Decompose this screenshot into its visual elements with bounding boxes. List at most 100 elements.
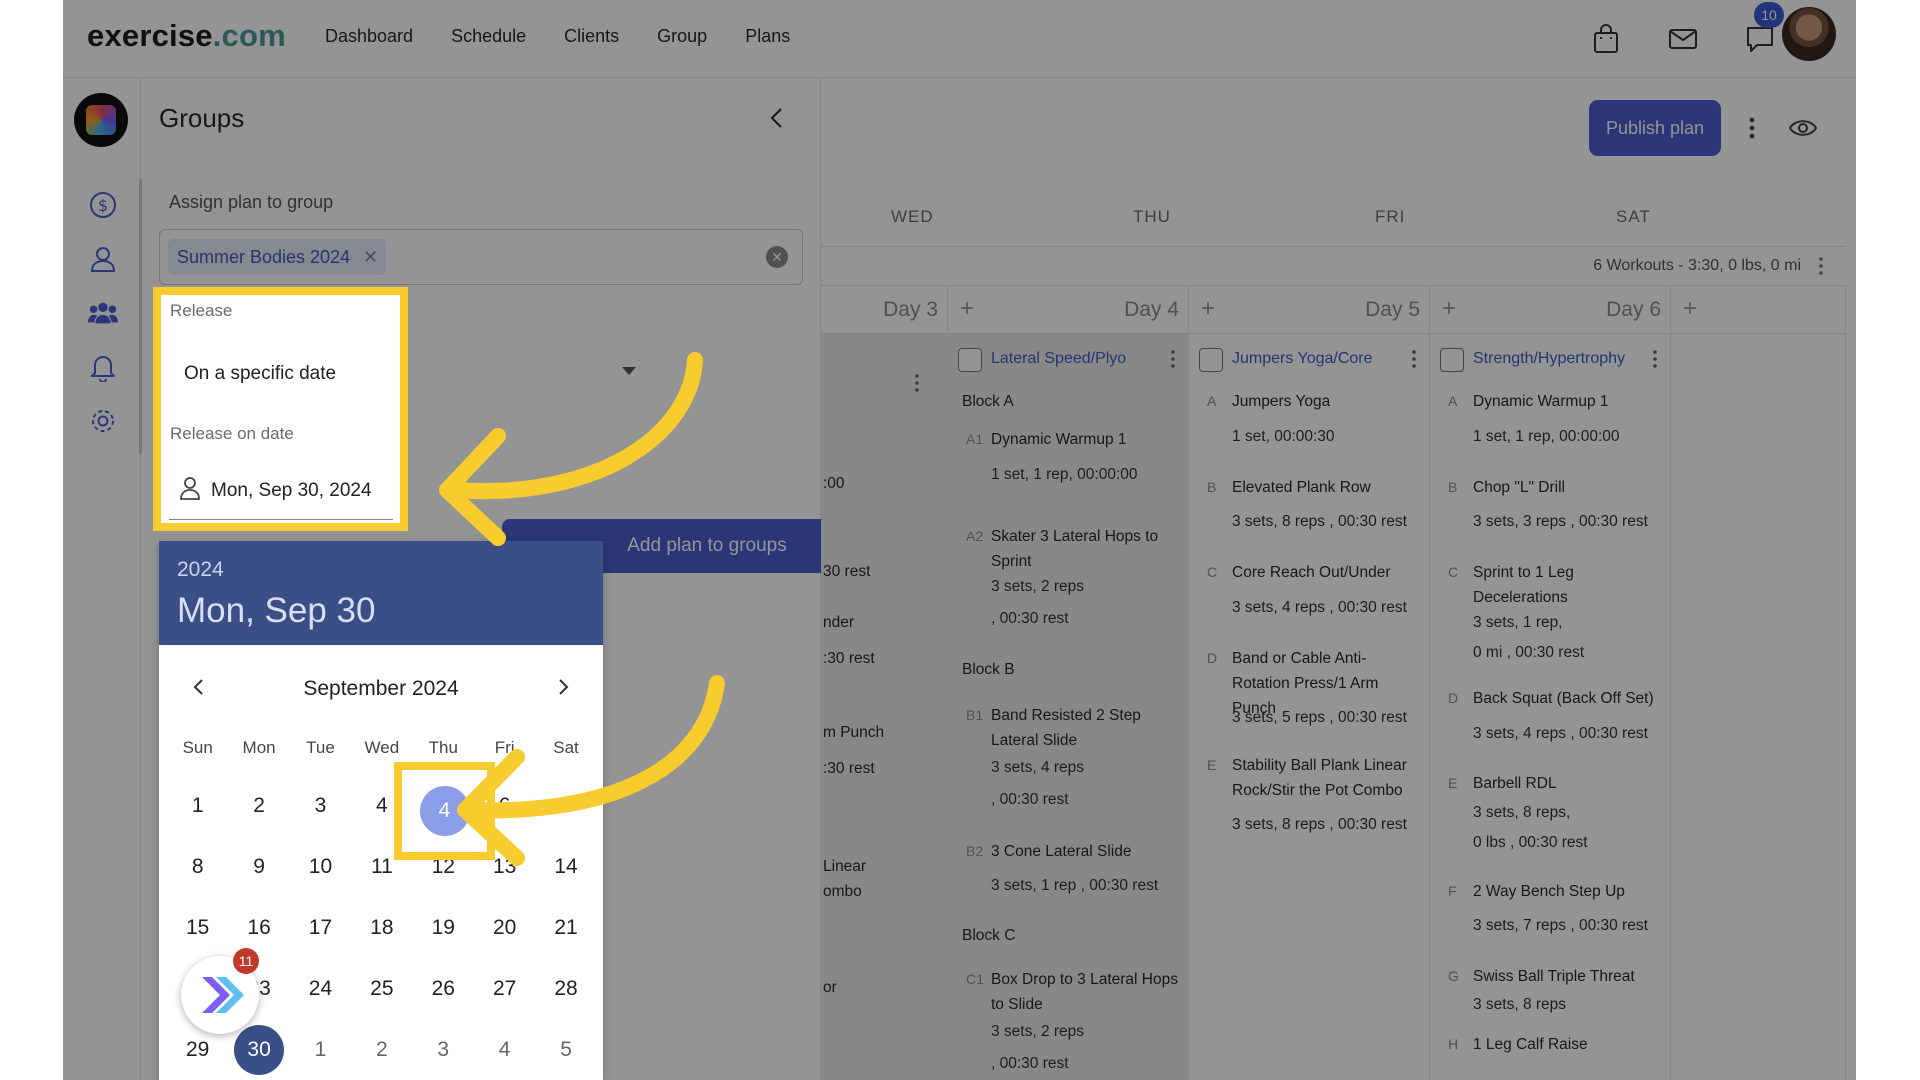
day5-label: Day 5 (1365, 298, 1420, 321)
calendar-day[interactable]: 9 (228, 836, 289, 897)
calendar-day-number: 14 (554, 854, 578, 878)
publish-plan-button[interactable]: Publish plan (1589, 100, 1721, 156)
weekday-sat: SAT (1616, 207, 1651, 226)
calendar-day[interactable]: 1 (167, 775, 228, 836)
workout-more-icon[interactable] (1410, 348, 1418, 370)
chevron-down-icon[interactable] (622, 367, 636, 375)
calendar-day[interactable]: 20 (474, 897, 535, 958)
nav-plans[interactable]: Plans (745, 26, 790, 47)
calendar-day[interactable]: 14 (535, 836, 596, 897)
add-workout-plus-icon[interactable]: + (960, 295, 974, 323)
shopping-bag-icon[interactable] (1589, 22, 1623, 56)
day5-column: + Day 5 Jumpers Yoga/Core A Jumpers Yoga … (1189, 287, 1430, 1080)
nav-dashboard[interactable]: Dashboard (325, 26, 413, 47)
nav-clients[interactable]: Clients (564, 26, 619, 47)
calendar-day-number: 3 (314, 793, 327, 817)
calendar-day[interactable]: 2 (351, 1019, 412, 1080)
calendar-day[interactable]: 2 (228, 775, 289, 836)
workout-checkbox[interactable] (958, 348, 982, 372)
calendar-day[interactable]: 21 (535, 897, 596, 958)
calendar-day[interactable]: 27 (474, 958, 535, 1019)
workout-checkbox[interactable] (1440, 348, 1464, 372)
calendar-day[interactable]: 28 (535, 958, 596, 1019)
gear-icon[interactable] (87, 405, 119, 437)
mail-icon[interactable] (1666, 22, 1700, 56)
group-icon[interactable] (87, 297, 119, 329)
calendar-day[interactable]: 8 (167, 836, 228, 897)
app-frame: exercise.com Dashboard Schedule Clients … (63, 0, 1856, 1080)
picker-year[interactable]: 2024 (177, 558, 224, 582)
left-rail: $ (63, 79, 142, 1080)
person-icon[interactable] (87, 243, 119, 275)
calendar-day-number: 18 (370, 915, 394, 939)
calendar-day[interactable]: 19 (413, 897, 474, 958)
day6-workout-header: Strength/Hypertrophy (1430, 334, 1671, 382)
calendar-day[interactable]: 16 (228, 897, 289, 958)
highlighted-day-4[interactable]: 4 (394, 762, 495, 860)
workout-title[interactable]: Jumpers Yoga/Core (1232, 350, 1373, 368)
release-type-select[interactable]: On a specific date (184, 363, 336, 385)
calendar-day-number: 26 (431, 976, 455, 1000)
add-workout-plus-icon[interactable]: + (1683, 295, 1697, 323)
block-title: Block C (962, 927, 1016, 944)
calendar-day[interactable]: 26 (413, 958, 474, 1019)
remove-chip-icon[interactable]: ✕ (363, 239, 378, 275)
calendar-day[interactable]: 17 (290, 897, 351, 958)
calendar-day[interactable]: 1 (290, 1019, 351, 1080)
main-nav: Dashboard Schedule Clients Group Plans (325, 26, 790, 47)
calendar-day-number: 1 (314, 1037, 327, 1061)
calendar-day[interactable]: 3 (413, 1019, 474, 1080)
panel-title: Groups (159, 103, 245, 133)
release-date-input[interactable]: Mon, Sep 30, 2024 (211, 480, 372, 502)
clear-field-icon[interactable]: ✕ (766, 246, 788, 268)
person-icon (179, 476, 203, 502)
add-workout-plus-icon[interactable]: + (1201, 295, 1215, 323)
workout-checkbox[interactable] (1199, 348, 1223, 372)
calendar-day-number: 16 (247, 915, 271, 939)
nav-schedule[interactable]: Schedule (451, 26, 526, 47)
preview-eye-icon[interactable] (1788, 115, 1818, 141)
calendar-day[interactable]: 10 (290, 836, 351, 897)
more-options-icon[interactable] (1742, 115, 1762, 141)
calendar-day[interactable]: 18 (351, 897, 412, 958)
calendar-day-number: 25 (370, 976, 394, 1000)
calendar-day[interactable]: 7 (535, 775, 596, 836)
bell-icon[interactable] (87, 351, 119, 383)
day3-more-icon[interactable] (913, 372, 921, 394)
brand-icon[interactable] (74, 93, 128, 147)
dow-label: Sun (182, 738, 213, 757)
picker-selected-date: Mon, Sep 30 (177, 591, 376, 630)
nav-group[interactable]: Group (657, 26, 707, 47)
app-logo[interactable]: exercise.com (87, 18, 286, 54)
workout-more-icon[interactable] (1169, 348, 1177, 370)
calendar-day[interactable]: 24 (290, 958, 351, 1019)
dollar-icon[interactable]: $ (87, 189, 119, 221)
week-summary-bar: 6 Workouts - 3:30, 0 lbs, 0 mi (821, 246, 1846, 286)
user-avatar[interactable] (1782, 7, 1836, 61)
day3-workout-card[interactable] (821, 334, 948, 1080)
day4-label: Day 4 (1124, 298, 1179, 321)
calendar-day[interactable]: 5 (535, 1019, 596, 1080)
day5-workout-header: Jumpers Yoga/Core (1189, 334, 1430, 382)
group-select-field[interactable]: Summer Bodies 2024 ✕ ✕ (159, 229, 803, 285)
day3-fragment: :00 (823, 475, 845, 492)
day7-column: + (1671, 287, 1846, 1080)
calendar-day[interactable]: 15 (167, 897, 228, 958)
block-title: Block B (962, 661, 1015, 678)
next-month-icon[interactable] (551, 675, 575, 699)
calendar-day[interactable]: 4 (474, 1019, 535, 1080)
summary-more-icon[interactable] (1816, 255, 1826, 277)
workout-more-icon[interactable] (1651, 348, 1659, 370)
calendar-day-number: 2 (253, 793, 265, 817)
day3-fragment: m Punch (823, 724, 885, 741)
calendar-day[interactable]: 25 (351, 958, 412, 1019)
calendar-day-number: 5 (560, 1037, 572, 1061)
calendar-day-number: 24 (308, 976, 333, 1000)
calendar-day-number: 17 (308, 915, 333, 939)
workout-title[interactable]: Lateral Speed/Plyo (991, 350, 1126, 368)
calendar-day[interactable]: 3 (290, 775, 351, 836)
workout-title[interactable]: Strength/Hypertrophy (1473, 350, 1625, 368)
svg-text:$: $ (98, 196, 108, 215)
collapse-panel-icon[interactable] (762, 103, 792, 133)
add-workout-plus-icon[interactable]: + (1442, 295, 1456, 323)
